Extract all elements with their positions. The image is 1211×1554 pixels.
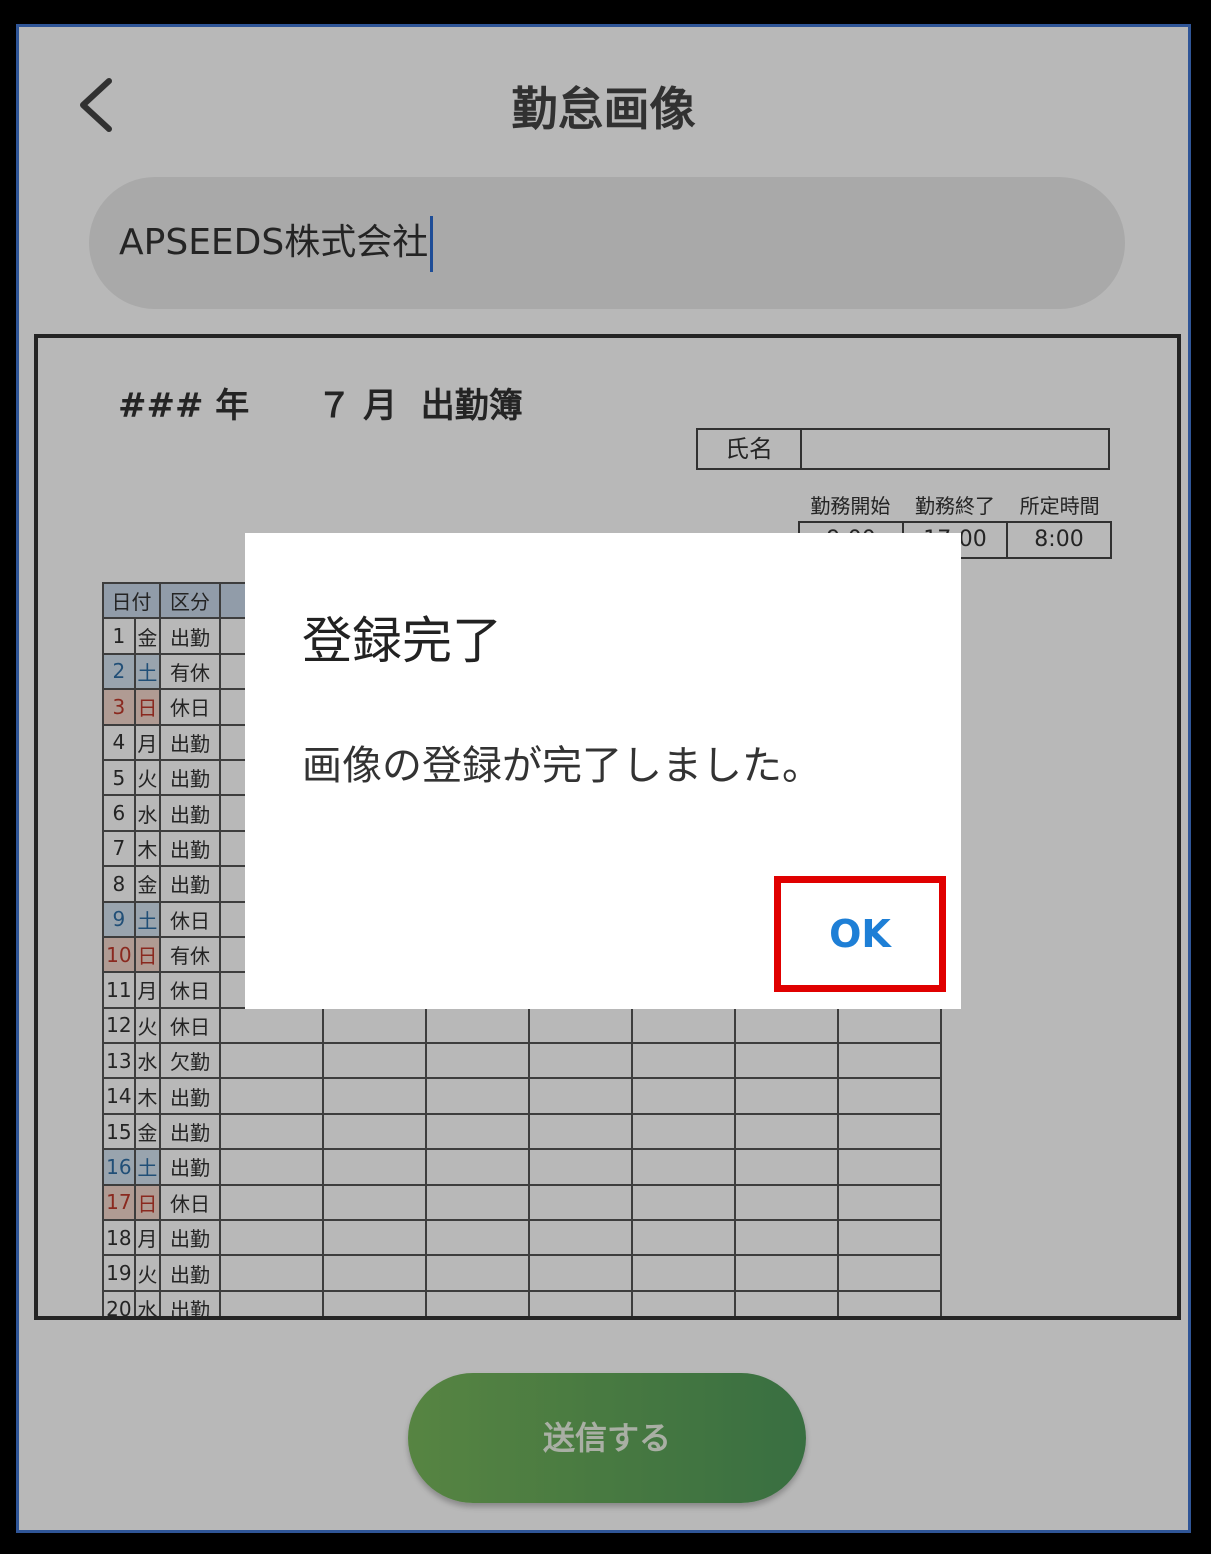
app-frame: 勤怠画像 APSEEDS株式会社 ### 年 ７ 月 出勤簿 氏名 勤務開始 勤… [16, 24, 1191, 1533]
ok-button[interactable]: OK [774, 876, 946, 992]
registration-complete-dialog: 登録完了 画像の登録が完了しました。 OK [245, 533, 961, 1009]
dialog-title: 登録完了 [302, 612, 502, 670]
dialog-message: 画像の登録が完了しました。 [302, 743, 822, 789]
